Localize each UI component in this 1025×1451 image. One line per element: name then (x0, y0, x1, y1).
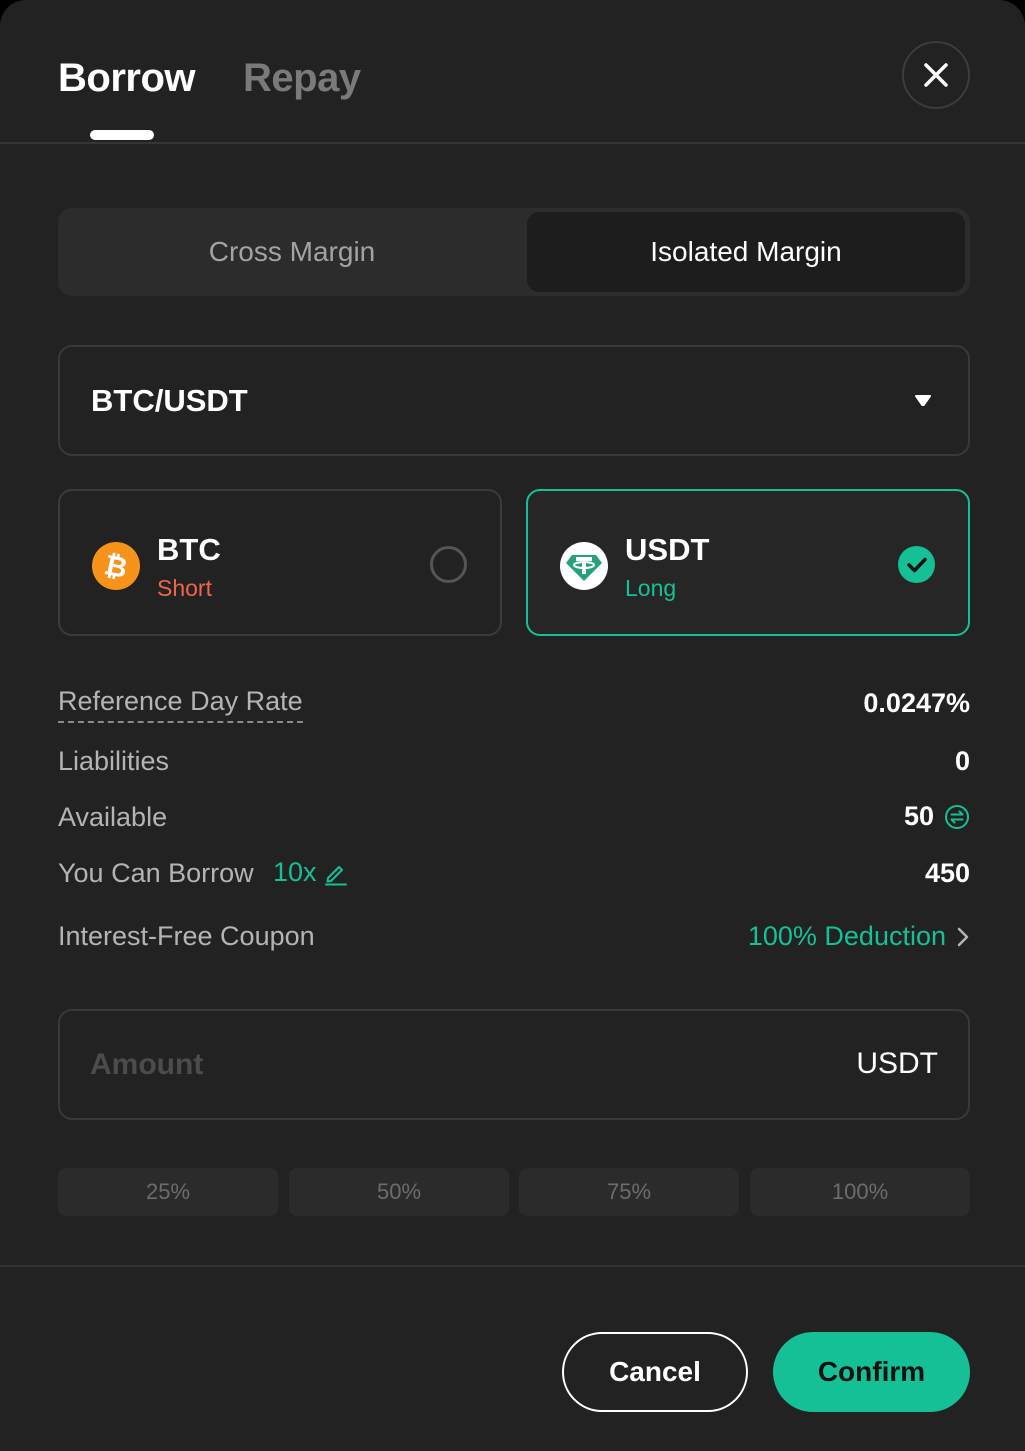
coin-side-short: Short (157, 575, 212, 602)
tab-borrow[interactable]: Borrow (58, 56, 195, 101)
cancel-button[interactable]: Cancel (562, 1332, 748, 1412)
available-value: 50 (904, 801, 934, 832)
amount-input[interactable] (90, 1041, 790, 1089)
percent-25-button[interactable]: 25% (58, 1168, 278, 1216)
caret-down-icon (914, 394, 932, 406)
coupon-value: 100% Deduction (748, 921, 946, 952)
active-tab-indicator (90, 130, 154, 140)
margin-mode-toggle: Cross Margin Isolated Margin (58, 208, 970, 296)
reference-day-rate-value: 0.0247% (863, 688, 970, 719)
tab-repay[interactable]: Repay (243, 56, 361, 101)
confirm-button[interactable]: Confirm (773, 1332, 970, 1412)
close-icon (923, 62, 949, 88)
check-icon (907, 557, 927, 573)
percent-75-button[interactable]: 75% (519, 1168, 739, 1216)
leverage-edit[interactable]: 10x (273, 857, 349, 888)
available-row: 50 (904, 801, 970, 832)
radio-unchecked[interactable] (430, 546, 467, 583)
coin-card-btc[interactable]: ₿ BTC Short (58, 489, 502, 636)
leverage-value: 10x (273, 857, 317, 888)
cross-margin-option[interactable]: Cross Margin (62, 212, 522, 292)
tether-icon (560, 542, 608, 590)
radio-checked[interactable] (898, 546, 935, 583)
reference-day-rate-label[interactable]: Reference Day Rate (58, 686, 303, 723)
coupon-selector[interactable]: 100% Deduction (748, 921, 970, 952)
isolated-margin-option[interactable]: Isolated Margin (527, 212, 965, 292)
you-can-borrow-value: 450 (925, 858, 970, 889)
coin-name: BTC (157, 532, 221, 568)
coupon-label: Interest-Free Coupon (58, 921, 315, 952)
liabilities-label: Liabilities (58, 746, 169, 777)
amount-unit: USDT (856, 1047, 938, 1081)
edit-icon (323, 860, 349, 886)
footer-divider (0, 1265, 1025, 1267)
bitcoin-icon: ₿ (92, 542, 140, 590)
available-label: Available (58, 802, 167, 833)
amount-field: USDT (58, 1009, 970, 1120)
percent-100-button[interactable]: 100% (750, 1168, 970, 1216)
pair-select[interactable]: BTC/USDT (58, 345, 970, 456)
header-divider (0, 142, 1025, 144)
you-can-borrow-label: You Can Borrow (58, 858, 254, 889)
percent-50-button[interactable]: 50% (289, 1168, 509, 1216)
chevron-right-icon (956, 926, 970, 948)
coin-card-usdt[interactable]: USDT Long (526, 489, 970, 636)
pair-select-value: BTC/USDT (91, 383, 248, 419)
close-button[interactable] (902, 41, 970, 109)
transfer-icon[interactable] (944, 804, 970, 830)
coin-side-long: Long (625, 575, 676, 602)
borrow-modal: Borrow Repay Cross Margin Isolated Margi… (0, 0, 1025, 1451)
liabilities-value: 0 (955, 746, 970, 777)
coin-name: USDT (625, 532, 709, 568)
